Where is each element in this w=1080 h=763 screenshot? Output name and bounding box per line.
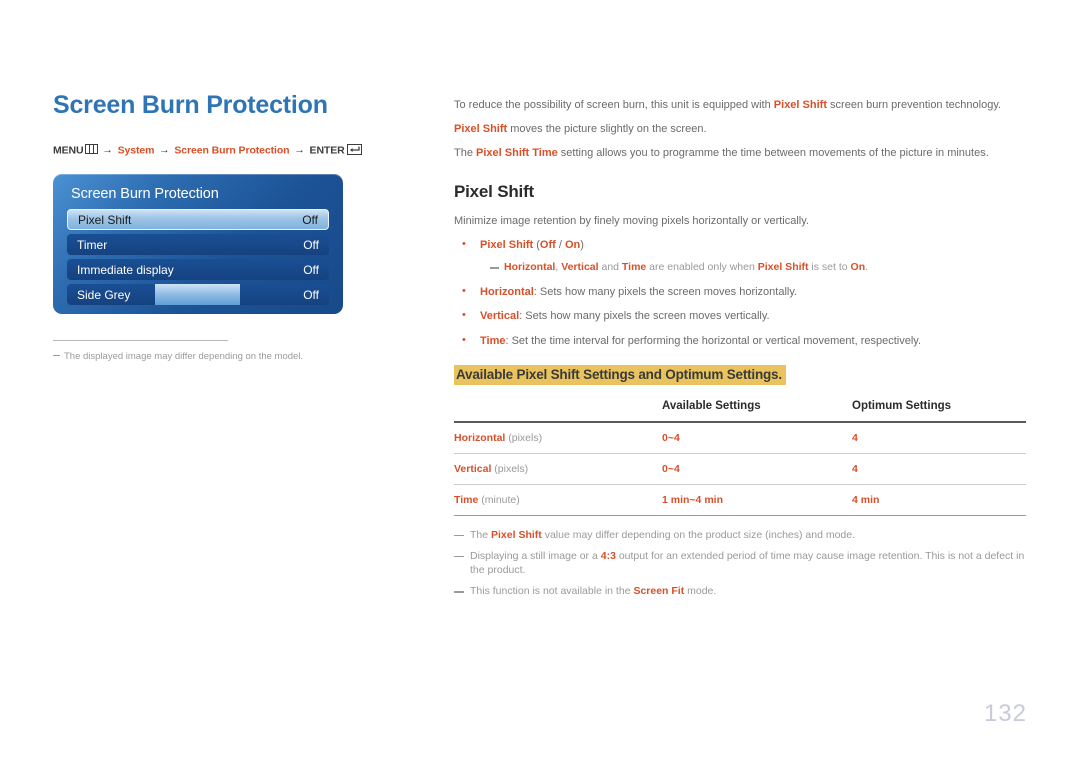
table-cell-optimum: 4 (852, 453, 1026, 486)
osd-slider-fill[interactable] (155, 284, 240, 305)
table-cell-optimum: 4 min (852, 484, 1026, 517)
breadcrumb-arrow-1: → (102, 144, 113, 156)
intro-paragraphs: To reduce the possibility of screen burn… (454, 98, 1026, 161)
setting-unit: (minute) (481, 494, 520, 507)
note-dash-icon (454, 535, 464, 537)
table-cell-setting-name: Time (minute) (454, 484, 662, 517)
note-dash-icon (53, 354, 60, 356)
list-item: Pixel Shift (Off / On) Horizontal, Verti… (454, 237, 1026, 275)
note-dash-icon (454, 555, 464, 558)
breadcrumb-enter-label: ENTER (309, 144, 345, 156)
table-row: Time (minute) 1 min~4 min 4 min (454, 484, 1026, 517)
osd-panel-title: Screen Burn Protection (71, 186, 219, 202)
right-column: To reduce the possibility of screen burn… (454, 98, 1026, 605)
left-footnote-text: The displayed image may differ depending… (64, 351, 304, 362)
table-cell-setting-name: Horizontal (pixels) (454, 422, 662, 455)
setting-name: Time (454, 494, 479, 507)
osd-row-immediate-display[interactable]: Immediate display Off (67, 259, 329, 280)
bottom-note: Displaying a still image or a 4:3 output… (454, 549, 1026, 578)
osd-row-value: Off (303, 287, 319, 302)
table-cell-available: 0~4 (662, 453, 852, 486)
bullet-text: Horizontal: Sets how many pixels the scr… (480, 285, 798, 298)
note-dash-icon (454, 591, 464, 593)
section-intro-text: Minimize image retention by finely movin… (454, 214, 809, 227)
osd-row-value: Off (303, 262, 319, 277)
bullet-text: Vertical: Sets how many pixels the scree… (480, 310, 770, 323)
breadcrumb: MENU → System → Screen Burn Protection →… (53, 143, 413, 156)
table-cell-setting-name: Vertical (pixels) (454, 453, 662, 486)
osd-row-side-grey[interactable]: Side Grey Off (67, 284, 329, 305)
setting-unit: (pixels) (508, 432, 543, 445)
breadcrumb-arrow-2: → (159, 144, 170, 156)
osd-menu-panel: Screen Burn Protection Pixel Shift Off T… (53, 174, 343, 314)
list-item: Vertical: Sets how many pixels the scree… (454, 308, 1026, 324)
breadcrumb-item-system[interactable]: System (118, 144, 155, 156)
intro-paragraph: To reduce the possibility of screen burn… (454, 99, 1002, 111)
table-header-optimum-settings: Optimum Settings (852, 394, 1026, 424)
list-item: Horizontal: Sets how many pixels the scr… (454, 284, 1026, 300)
note-dash-icon (490, 267, 499, 269)
enter-return-icon (346, 143, 362, 155)
bottom-note-text: Displaying a still image or a 4:3 output… (470, 549, 1025, 577)
table-cell-optimum: 4 (852, 422, 1026, 455)
page-number: 132 (983, 700, 1027, 727)
setting-name: Vertical (454, 463, 492, 476)
osd-row-label: Timer (77, 237, 108, 252)
table-cell-available: 1 min~4 min (662, 484, 852, 517)
osd-row-label: Immediate display (77, 262, 174, 277)
bottom-note: This function is not available in the Sc… (454, 584, 1026, 599)
osd-row-value: Off (303, 237, 319, 252)
feature-bullet-list: Pixel Shift (Off / On) Horizontal, Verti… (454, 237, 1026, 350)
table-cell-available: 0~4 (662, 422, 852, 455)
menu-grid-icon (84, 144, 98, 154)
table-header-row: Available Settings Optimum Settings (454, 394, 1026, 424)
osd-row-timer[interactable]: Timer Off (67, 234, 329, 255)
pixel-shift-settings-table: Available Settings Optimum Settings Hori… (454, 394, 1026, 517)
setting-unit: (pixels) (494, 463, 529, 476)
table-header-blank (454, 394, 662, 424)
osd-row-label: Pixel Shift (78, 212, 132, 227)
bullet-subnote: Horizontal, Vertical and Time are enable… (480, 260, 1026, 274)
breadcrumb-arrow-3: → (294, 144, 305, 156)
table-header-available-settings: Available Settings (662, 394, 852, 424)
list-item: Time: Set the time interval for performi… (454, 333, 1026, 349)
footnote-divider (53, 340, 228, 341)
breadcrumb-item-screen-burn-protection[interactable]: Screen Burn Protection (174, 144, 289, 156)
bottom-note-text: The Pixel Shift value may differ dependi… (470, 529, 856, 542)
setting-name: Horizontal (454, 432, 506, 445)
page-title: Screen Burn Protection (53, 91, 328, 119)
intro-paragraph: The Pixel Shift Time setting allows you … (454, 146, 989, 159)
intro-paragraph: Pixel Shift moves the picture slightly o… (454, 122, 707, 135)
left-column: Screen Burn Protection MENU → System → S… (53, 91, 413, 363)
left-footnote: The displayed image may differ depending… (53, 350, 413, 363)
bottom-notes: The Pixel Shift value may differ dependi… (454, 528, 1026, 599)
bullet-subnote-text: Horizontal, Vertical and Time are enable… (504, 261, 869, 274)
highlighted-subheading: Available Pixel Shift Settings and Optim… (454, 365, 786, 386)
osd-row-pixel-shift[interactable]: Pixel Shift Off (67, 209, 329, 230)
osd-row-label: Side Grey (77, 287, 131, 302)
bottom-note: The Pixel Shift value may differ dependi… (454, 528, 1026, 543)
breadcrumb-menu-label: MENU (53, 144, 84, 156)
bullet-text: Pixel Shift (Off / On) (480, 238, 584, 251)
bullet-text: Time: Set the time interval for performi… (480, 335, 922, 348)
bottom-note-text: This function is not available in the Sc… (470, 585, 717, 598)
section-heading-pixel-shift: Pixel Shift (454, 181, 534, 201)
table-row: Vertical (pixels) 0~4 4 (454, 453, 1026, 486)
table-row: Horizontal (pixels) 0~4 4 (454, 422, 1026, 455)
osd-row-value: Off (302, 212, 318, 227)
